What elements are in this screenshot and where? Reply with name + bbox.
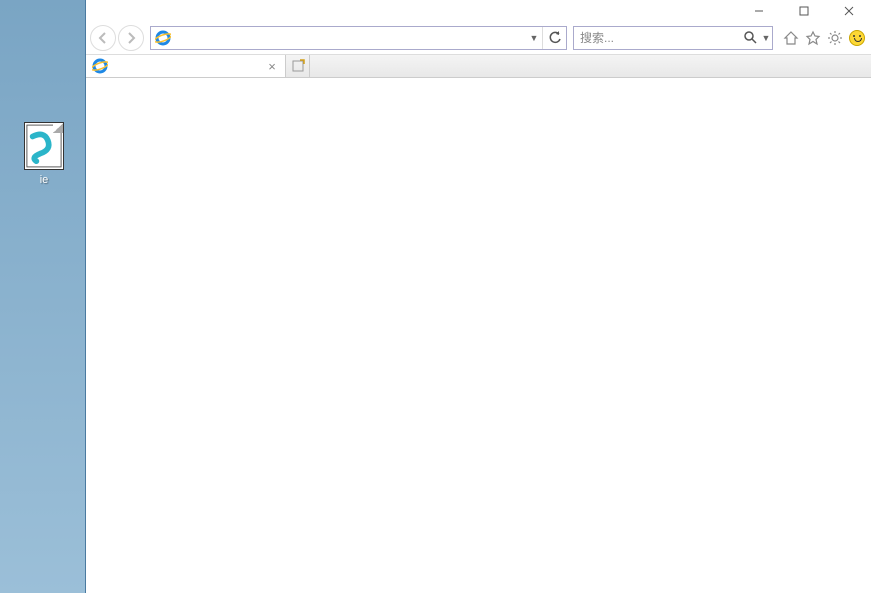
address-bar[interactable]: ▼: [150, 26, 567, 50]
window-controls: [736, 1, 871, 21]
browser-window: ▼ ▼: [85, 0, 871, 593]
minimize-icon: [754, 6, 764, 16]
tab-blank[interactable]: ×: [86, 55, 286, 77]
forward-icon: [124, 31, 138, 45]
minimize-button[interactable]: [736, 1, 781, 21]
favorites-button[interactable]: [803, 28, 823, 48]
toolbar-icons: [781, 28, 867, 48]
star-icon: [805, 30, 821, 46]
navigation-toolbar: ▼ ▼: [86, 22, 871, 54]
search-icon: [743, 30, 757, 44]
address-dropdown[interactable]: ▼: [526, 33, 542, 43]
maximize-button[interactable]: [781, 1, 826, 21]
desktop-shortcut-label: ie: [20, 174, 68, 186]
maximize-icon: [799, 6, 809, 16]
search-box[interactable]: ▼: [573, 26, 773, 50]
refresh-button[interactable]: [542, 27, 566, 49]
tab-bar: ×: [86, 54, 871, 78]
back-button[interactable]: [90, 25, 116, 51]
ie-logo-icon: [92, 58, 108, 74]
close-icon: [844, 6, 854, 16]
new-tab-button[interactable]: [286, 55, 310, 77]
smiley-icon: [849, 30, 865, 46]
script-file-icon: [24, 122, 64, 170]
ie-logo-icon: [153, 28, 173, 48]
address-input[interactable]: [173, 27, 526, 49]
home-button[interactable]: [781, 28, 801, 48]
refresh-icon: [548, 31, 562, 45]
desktop: ie: [0, 0, 85, 593]
search-button[interactable]: [741, 30, 760, 47]
feedback-button[interactable]: [847, 28, 867, 48]
search-dropdown[interactable]: ▼: [760, 33, 772, 43]
search-input[interactable]: [574, 27, 741, 49]
new-tab-icon: [291, 59, 305, 73]
desktop-shortcut-ie[interactable]: ie: [20, 122, 68, 186]
window-titlebar[interactable]: [86, 0, 871, 22]
gear-icon: [827, 30, 843, 46]
close-button[interactable]: [826, 1, 871, 21]
home-icon: [783, 30, 799, 46]
tools-button[interactable]: [825, 28, 845, 48]
page-content: [86, 78, 871, 593]
tab-close-button[interactable]: ×: [265, 59, 279, 73]
forward-button[interactable]: [118, 25, 144, 51]
back-icon: [96, 31, 110, 45]
